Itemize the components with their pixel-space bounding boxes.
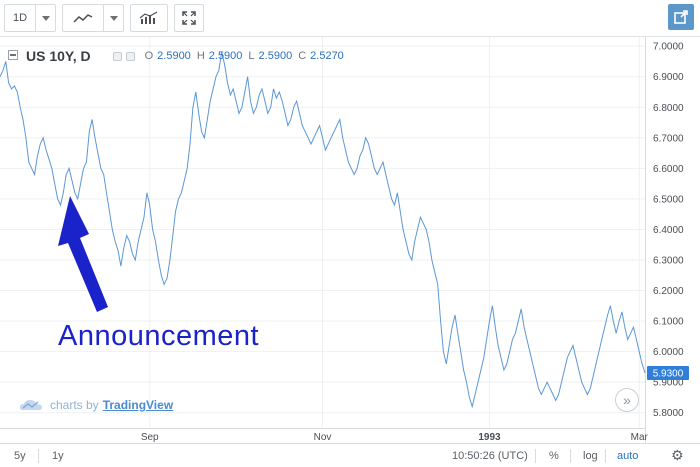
gear-icon[interactable]: ⚙ (671, 447, 684, 463)
scroll-to-realtime-button[interactable]: » (615, 388, 639, 412)
bottom-bar: 5y 1y 10:50:26 (UTC) % log auto ⚙ (0, 443, 700, 467)
log-toggle[interactable]: log (583, 448, 598, 464)
close-label: C (298, 50, 307, 62)
close-value: 2.5270 (310, 50, 344, 62)
auto-toggle[interactable]: auto (617, 448, 638, 464)
low-label: L (248, 50, 255, 62)
price-tick-label: 6.5000 (653, 194, 684, 205)
open-label: O (144, 50, 154, 62)
symbol-legend: US 10Y, D O 2.5900 H 2.5900 L 2.5900 C 2… (20, 48, 344, 64)
time-tick-label: Sep (141, 432, 159, 443)
price-tick-label: 6.9000 (653, 72, 684, 83)
price-tick-label: 6.6000 (653, 164, 684, 175)
price-tick-label: 6.1000 (653, 317, 684, 328)
price-chart[interactable]: 7.0000 6.9000 6.8000 6.7000 6.6000 6.5000 6.40… (0, 0, 700, 443)
time-axis[interactable]: SepNov1993MarMay (141, 432, 700, 443)
percent-toggle[interactable]: % (549, 448, 559, 464)
symbol-name[interactable]: US 10Y, D (26, 48, 91, 64)
low-value: 2.5900 (258, 50, 293, 62)
settings-icon[interactable] (125, 51, 135, 61)
tradingview-branding[interactable]: charts by TradingView (20, 398, 173, 412)
price-tick-label: 6.8000 (653, 103, 684, 114)
price-tick-label: 6.3000 (653, 255, 684, 266)
cloud-icon (20, 400, 42, 410)
range-5y-button[interactable]: 5y (14, 448, 26, 464)
price-axis: 7.0000 6.9000 6.8000 6.7000 6.6000 6.5000 6.40… (653, 42, 684, 420)
price-tick-label: 6.2000 (653, 286, 684, 297)
announcement-annotation: Announcement (58, 320, 260, 352)
time-tick-label: Nov (314, 432, 332, 443)
branding-prefix: charts by (50, 398, 99, 412)
price-tick-label: 6.7000 (653, 133, 684, 144)
high-label: H (196, 50, 205, 62)
range-1y-button[interactable]: 1y (52, 448, 64, 464)
double-chevron-right-icon: » (623, 392, 631, 408)
high-value: 2.5900 (208, 50, 243, 62)
last-price-text: 5.9300 (653, 369, 684, 380)
eye-icon[interactable] (112, 51, 122, 61)
price-tick-label: 6.0000 (653, 347, 684, 358)
price-tick-label: 7.0000 (653, 42, 684, 53)
open-value: 2.5900 (157, 50, 191, 62)
utc-time[interactable]: 10:50:26 (UTC) (452, 448, 528, 464)
arrow-annotation (58, 196, 108, 312)
price-tick-label: 6.4000 (653, 225, 684, 236)
time-tick-label: Mar (631, 432, 649, 443)
collapse-legend-icon[interactable] (8, 50, 18, 60)
tradingview-link[interactable]: TradingView (103, 398, 173, 412)
last-price-label: 5.9300 (647, 366, 689, 381)
price-tick-label: 5.8000 (653, 408, 684, 419)
time-tick-label: 1993 (478, 432, 501, 443)
